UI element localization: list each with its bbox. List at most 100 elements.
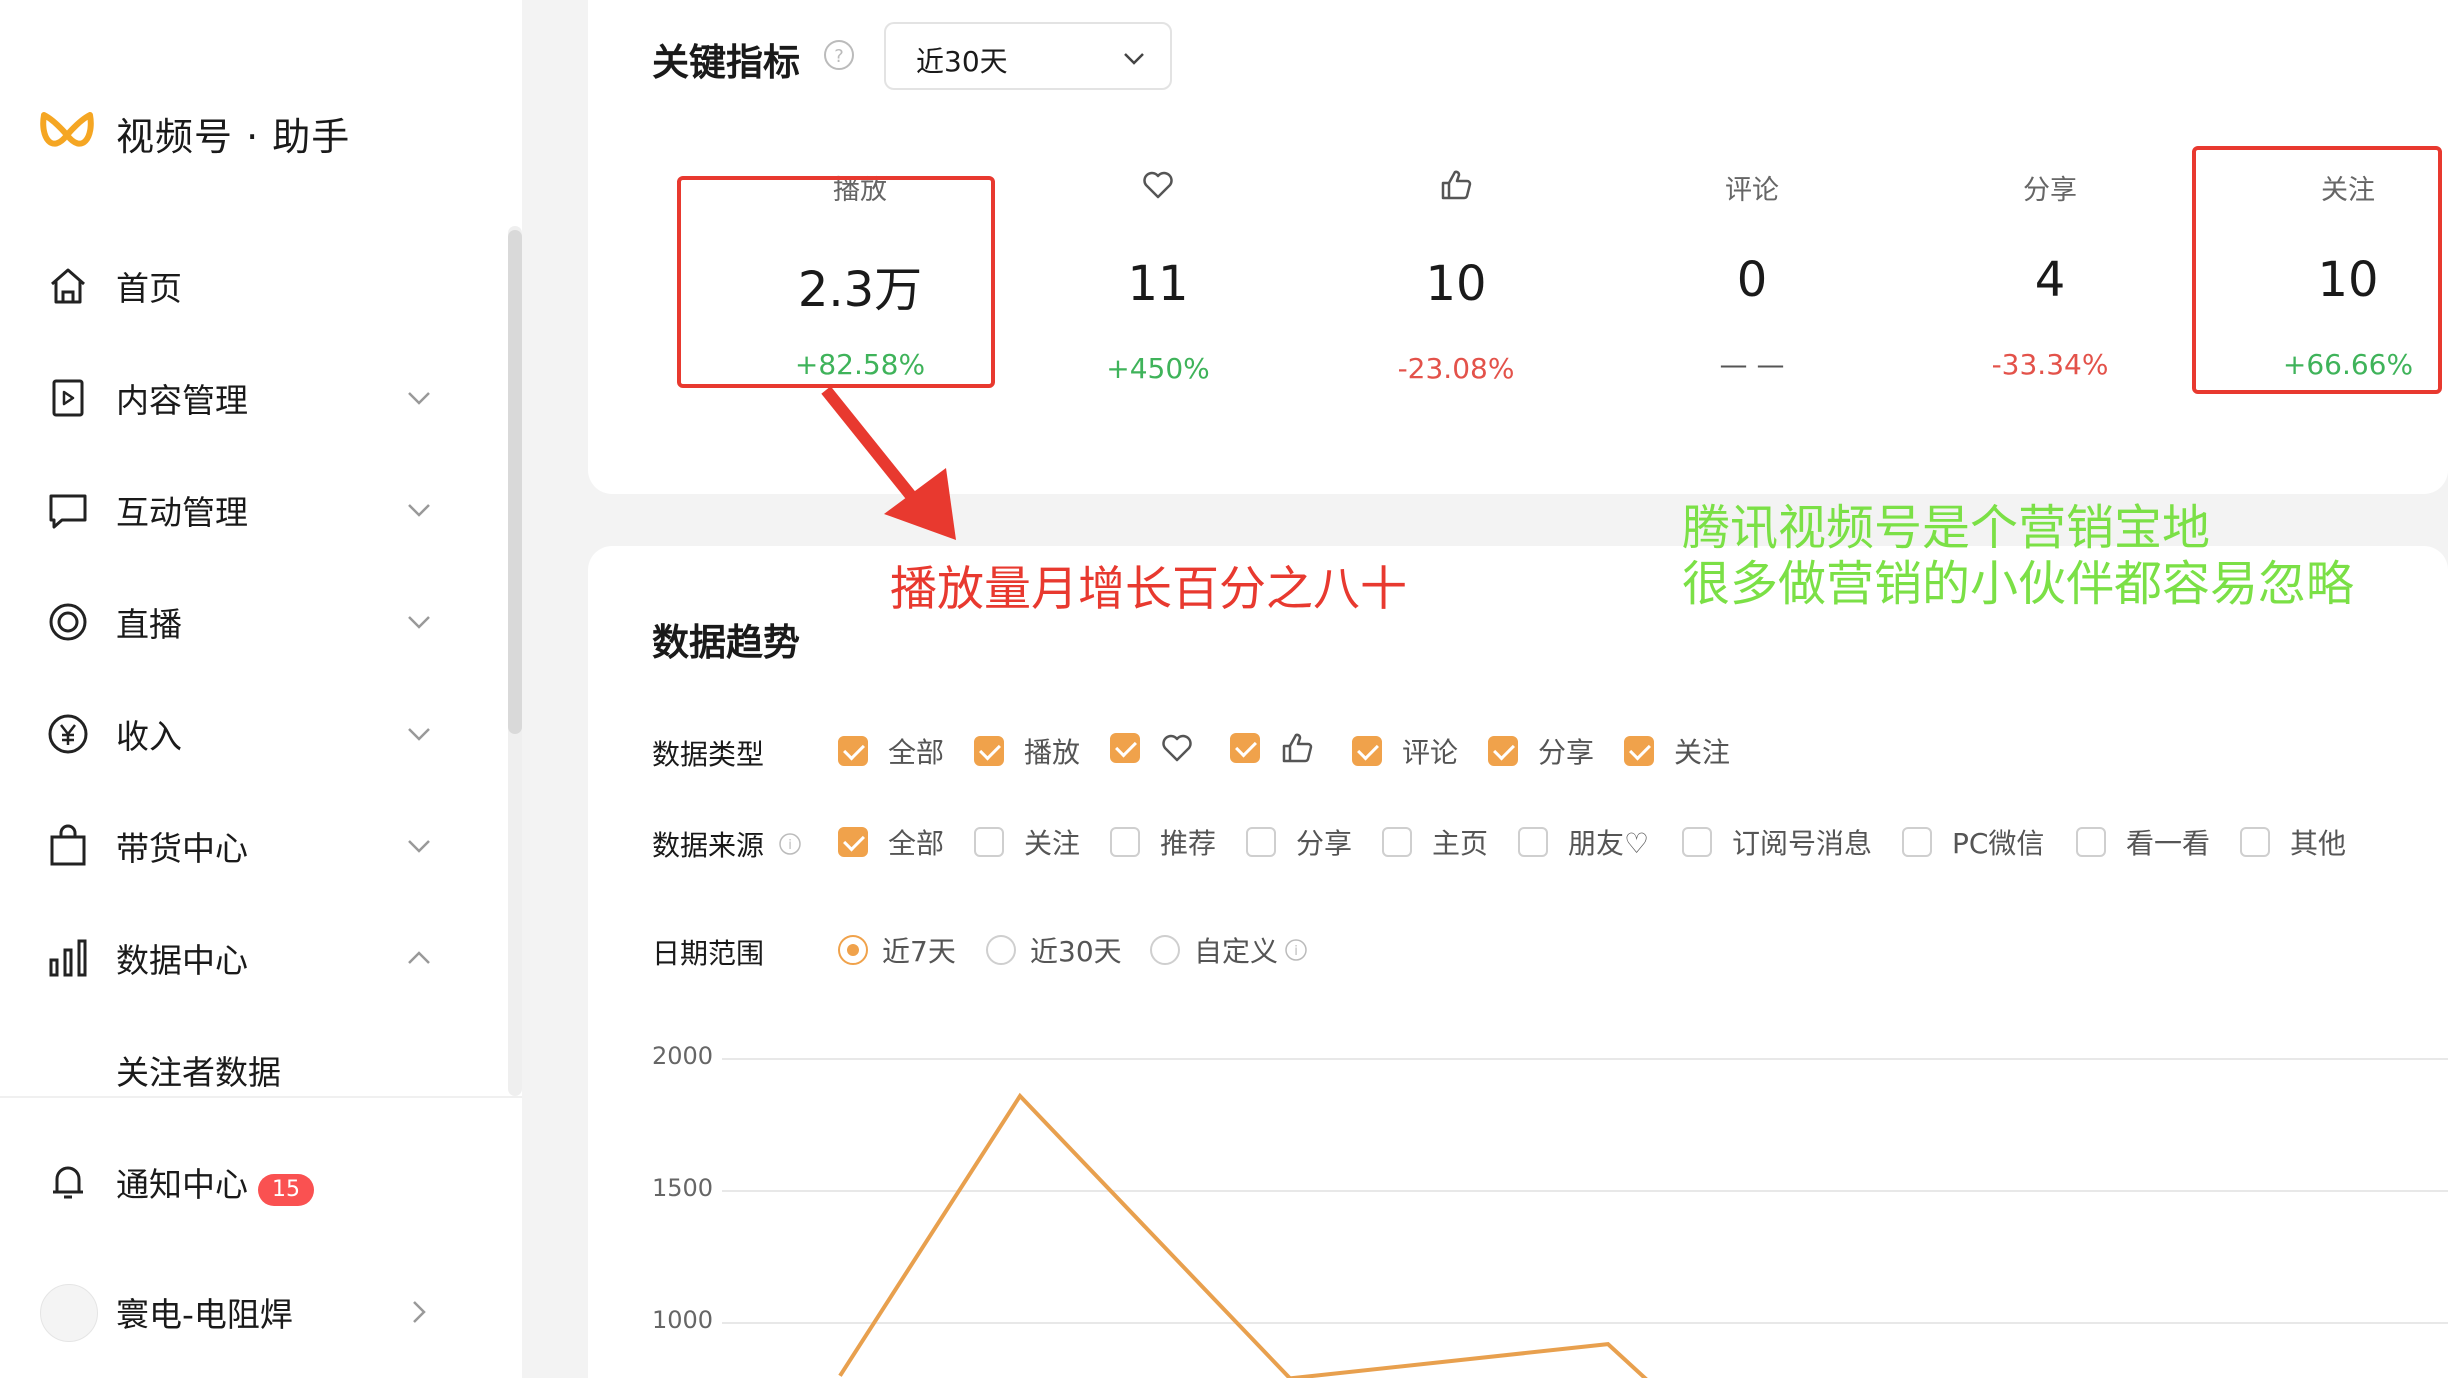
notification-label: 通知中心 <box>116 1165 248 1204</box>
help-icon[interactable]: ? <box>822 38 856 72</box>
yuan-icon <box>48 714 88 754</box>
checkbox[interactable] <box>1352 736 1382 766</box>
option-label: 主页 <box>1432 827 1489 860</box>
sidebar-item-home[interactable]: 首页 <box>0 246 470 326</box>
data-type-all[interactable]: 全部 <box>838 731 944 771</box>
option-label: 其他 <box>2290 827 2347 860</box>
info-icon[interactable]: i <box>1284 938 1308 962</box>
checkbox[interactable] <box>2240 827 2270 857</box>
data-source-all[interactable]: 全部 <box>838 822 944 862</box>
option-label: 关注 <box>1674 736 1731 769</box>
data-source-label-text: 数据来源 <box>652 829 765 862</box>
metric-value: 10 <box>1425 256 1487 312</box>
data-type-comments[interactable]: 评论 <box>1352 731 1458 771</box>
data-type-likes[interactable] <box>1110 731 1194 765</box>
checkbox[interactable] <box>1230 733 1260 763</box>
annotation-green-line: 很多做营销的小伙伴都容易忽略 <box>1682 556 2355 612</box>
data-source-other[interactable]: 其他 <box>2240 822 2346 862</box>
heart-icon <box>1143 171 1173 199</box>
checkbox[interactable] <box>838 736 868 766</box>
sidebar-item-notifications[interactable]: 通知中心 15 <box>0 1142 470 1222</box>
info-icon[interactable]: i <box>778 832 802 856</box>
checkbox[interactable] <box>974 736 1004 766</box>
annotation-green-line: 腾讯视频号是个营销宝地 <box>1682 500 2211 556</box>
checkbox[interactable] <box>1682 827 1712 857</box>
data-type-plays[interactable]: 播放 <box>974 731 1080 771</box>
bell-icon <box>53 1166 83 1199</box>
data-source-follow[interactable]: 关注 <box>974 822 1080 862</box>
notification-badge: 15 <box>258 1174 314 1206</box>
date-range-custom[interactable]: 自定义 i <box>1150 930 1308 970</box>
option-label: 全部 <box>888 736 945 769</box>
checkbox[interactable] <box>1382 827 1412 857</box>
sidebar-item-data-center[interactable]: 数据中心 <box>0 918 470 998</box>
checkbox[interactable] <box>974 827 1004 857</box>
radio[interactable] <box>838 935 868 965</box>
data-type-label: 数据类型 <box>652 738 765 771</box>
data-source-subscription[interactable]: 订阅号消息 <box>1682 822 1872 862</box>
svg-text:i: i <box>788 838 792 853</box>
data-source-pc-wechat[interactable]: PC微信 <box>1902 822 2044 862</box>
data-source-share[interactable]: 分享 <box>1246 822 1352 862</box>
radio[interactable] <box>1150 935 1180 965</box>
option-label: 看一看 <box>2126 827 2211 860</box>
checkbox[interactable] <box>1902 827 1932 857</box>
highlight-box-plays <box>677 176 995 388</box>
checkbox[interactable] <box>1110 827 1140 857</box>
chevron-up-icon <box>408 951 430 964</box>
checkbox[interactable] <box>1246 827 1276 857</box>
data-source-top-stories[interactable]: 看一看 <box>2076 822 2210 862</box>
sidebar-item-label: 首页 <box>116 269 182 308</box>
checkbox[interactable] <box>1110 733 1140 763</box>
sidebar-item-label: 直播 <box>116 605 182 644</box>
checkbox[interactable] <box>2076 827 2106 857</box>
y-tick-label: 1000 <box>652 1306 714 1334</box>
metric-label: 评论 <box>1725 175 1779 206</box>
checkbox[interactable] <box>1624 736 1654 766</box>
sidebar-item-label: 内容管理 <box>116 381 248 420</box>
account-name: 寰电-电阻焊 <box>116 1295 293 1334</box>
period-select[interactable]: 近30天 <box>884 22 1172 90</box>
radio[interactable] <box>986 935 1016 965</box>
thumbs-up-icon <box>1441 170 1472 200</box>
metric-comments[interactable]: 评论 0 — — <box>1612 168 1892 398</box>
account-item[interactable]: 寰电-电阻焊 <box>0 1272 470 1352</box>
option-label: 评论 <box>1402 736 1459 769</box>
highlight-box-follows <box>2192 146 2442 394</box>
data-type-thumbs-up[interactable] <box>1230 731 1314 765</box>
sidebar-subitem-follower-data[interactable]: 关注者数据 <box>116 1046 281 1094</box>
home-icon <box>51 268 85 304</box>
chevron-down-icon <box>408 840 430 853</box>
data-type-shares[interactable]: 分享 <box>1488 731 1594 771</box>
date-range-30d[interactable]: 近30天 <box>986 930 1122 970</box>
data-source-homepage[interactable]: 主页 <box>1382 822 1488 862</box>
chevron-down-icon <box>408 504 430 517</box>
option-label: 推荐 <box>1160 827 1217 860</box>
brand[interactable]: 视频号 · 助手 <box>38 106 350 161</box>
metric-shares[interactable]: 分享 4 -33.34% <box>1910 168 2190 398</box>
sidebar-divider <box>0 1096 522 1098</box>
message-icon <box>49 494 87 529</box>
option-label: 订阅号消息 <box>1732 827 1873 860</box>
date-range-label: 日期范围 <box>652 937 765 970</box>
data-source-friends[interactable]: 朋友♡ <box>1518 822 1649 862</box>
metric-thumbs-up[interactable]: 10 -23.08% <box>1316 168 1596 398</box>
data-source-recommend[interactable]: 推荐 <box>1110 822 1216 862</box>
data-source-label: 数据来源 i <box>652 824 802 864</box>
sidebar-item-live[interactable]: 直播 <box>0 582 470 662</box>
chart-gridline <box>722 1190 2448 1192</box>
sidebar-item-income[interactable]: 收入 <box>0 694 470 774</box>
checkbox[interactable] <box>1488 736 1518 766</box>
option-label: 分享 <box>1296 827 1353 860</box>
thumbs-up-icon <box>1282 733 1313 763</box>
sidebar-item-content[interactable]: 内容管理 <box>0 358 470 438</box>
metric-likes[interactable]: 11 +450% <box>1018 168 1298 398</box>
data-trend-title: 数据趋势 <box>652 621 800 664</box>
sidebar-scrollbar-thumb[interactable] <box>508 230 522 734</box>
sidebar-item-interaction[interactable]: 互动管理 <box>0 470 470 550</box>
sidebar-item-commerce[interactable]: 带货中心 <box>0 806 470 886</box>
checkbox[interactable] <box>838 827 868 857</box>
date-range-7d[interactable]: 近7天 <box>838 930 956 970</box>
data-type-follows[interactable]: 关注 <box>1624 731 1730 771</box>
checkbox[interactable] <box>1518 827 1548 857</box>
